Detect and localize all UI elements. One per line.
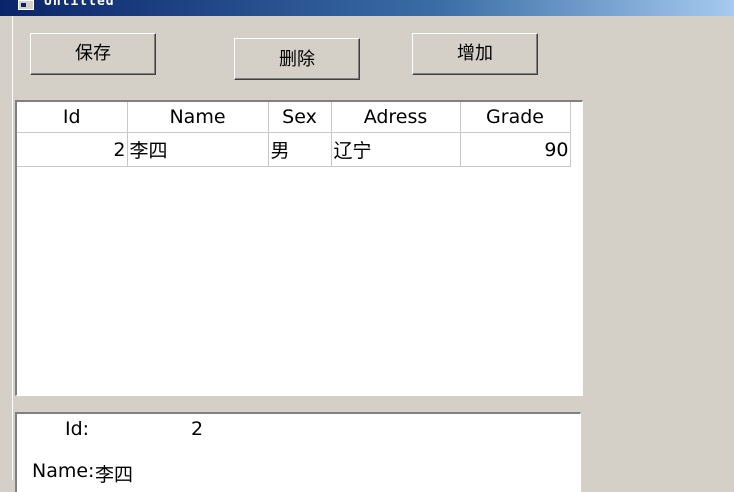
column-header-id[interactable]: Id: [17, 102, 128, 133]
window-title: Untitled: [44, 0, 115, 9]
column-header-sex[interactable]: Sex: [268, 102, 332, 133]
id-value: 2: [191, 418, 204, 440]
cell-grade[interactable]: 90: [460, 132, 571, 167]
column-header-name[interactable]: Name: [127, 102, 269, 133]
window-frame-left: [0, 16, 13, 480]
cell-adress[interactable]: 辽宁: [331, 132, 461, 167]
column-header-grade[interactable]: Grade: [460, 102, 571, 133]
save-button[interactable]: 保存: [30, 33, 156, 75]
app-window-icon: [18, 0, 34, 10]
add-button[interactable]: 增加: [412, 33, 538, 75]
cell-id[interactable]: 2: [17, 132, 128, 167]
detail-panel: Id: 2 Name: 李四: [15, 412, 581, 492]
table-row[interactable]: 2 李四 男 辽宁 90: [17, 132, 571, 167]
id-label: Id:: [65, 418, 90, 440]
column-header-adress[interactable]: Adress: [331, 102, 461, 133]
name-label: Name:: [32, 460, 95, 482]
data-grid[interactable]: Id Name Sex Adress Grade 2 李四 男 辽宁 90: [15, 100, 583, 396]
student-table: Id Name Sex Adress Grade 2 李四 男 辽宁 90: [17, 102, 571, 167]
title-bar: Untitled: [0, 0, 734, 16]
cell-sex[interactable]: 男: [268, 132, 332, 167]
cell-name[interactable]: 李四: [127, 132, 269, 167]
name-value: 李四: [95, 464, 134, 486]
table-header-row: Id Name Sex Adress Grade: [17, 102, 571, 133]
delete-button[interactable]: 删除: [234, 38, 360, 80]
